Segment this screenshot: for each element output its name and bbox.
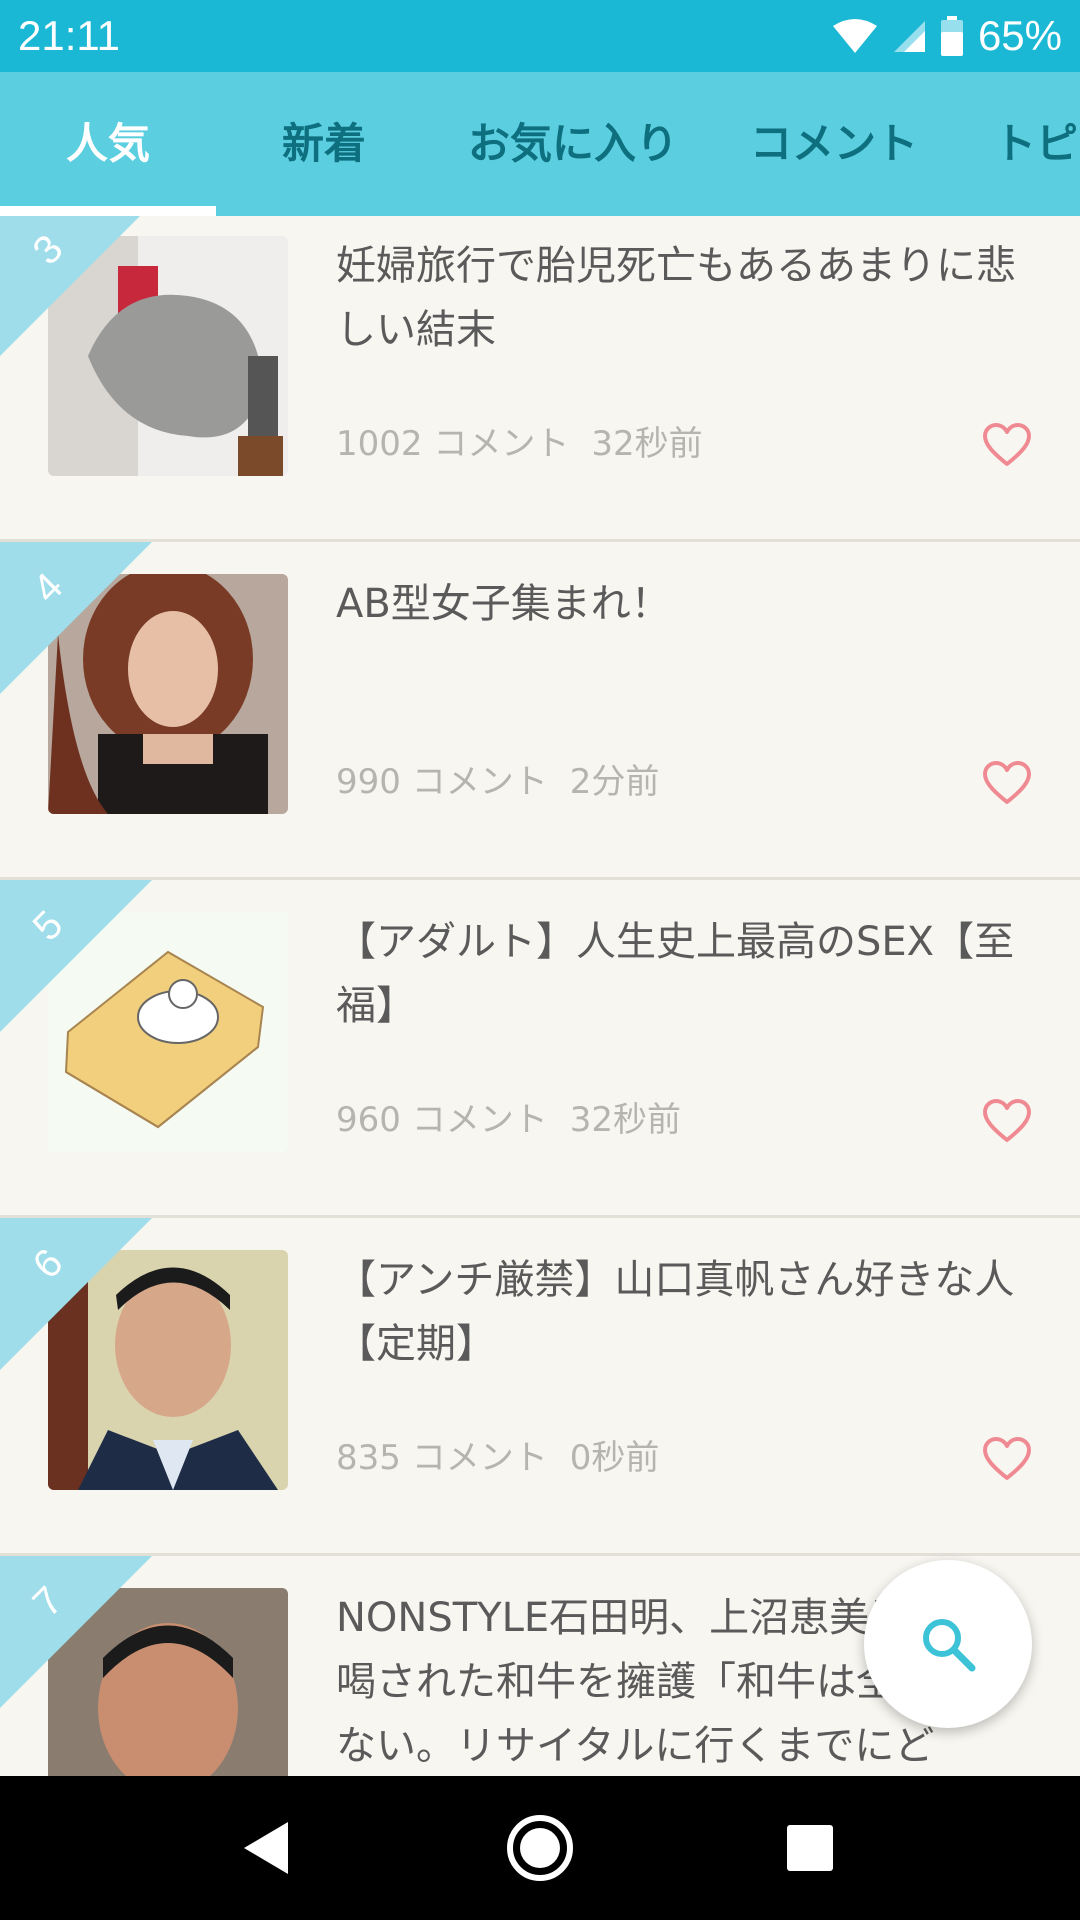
comment-count: 960 コメント: [336, 1100, 548, 1140]
comment-count: 990 コメント: [336, 762, 548, 802]
recents-icon[interactable]: [770, 1808, 850, 1888]
tab-bar: 人気 新着 お気に入り コメント トピ: [0, 72, 1080, 216]
rank-ribbon: [0, 1556, 152, 1708]
back-icon[interactable]: [226, 1808, 306, 1888]
status-time: 21:11: [18, 12, 120, 59]
topic-meta: 1002 コメント 32秒前: [336, 422, 725, 466]
tab-favorites[interactable]: お気に入り: [468, 72, 678, 216]
status-bar: 21:11 65%: [0, 0, 1080, 72]
topic-title: 妊婦旅行で胎児死亡もあるあまりに悲しい結末: [336, 243, 1016, 353]
system-nav-bar: [0, 1776, 1080, 1920]
timestamp: 2分前: [569, 762, 660, 802]
tab-new[interactable]: 新着: [282, 72, 366, 216]
battery-percent: 65%: [977, 12, 1062, 59]
home-icon[interactable]: [500, 1808, 580, 1888]
timestamp: 0秒前: [569, 1438, 660, 1478]
rank-ribbon: [0, 542, 152, 694]
rank-ribbon: [0, 216, 152, 356]
tab-topics[interactable]: トピ: [994, 72, 1078, 216]
list-item[interactable]: 6 【アンチ厳禁】山口真帆さん好きな人【定期】 835 コメント 0秒前: [0, 1218, 1080, 1556]
list-item[interactable]: 5 【アダルト】人生史上最高のSEX【至福】 960 コメント 32秒前: [0, 880, 1080, 1218]
topic-meta: 960 コメント 32秒前: [336, 1098, 703, 1142]
tab-comments[interactable]: コメント: [750, 72, 918, 216]
heart-outline-icon[interactable]: [982, 760, 1032, 806]
rank-ribbon: [0, 1218, 152, 1370]
timestamp: 32秒前: [591, 424, 703, 464]
status-icons: 65%: [832, 10, 1062, 62]
comment-count: 1002 コメント: [336, 424, 570, 464]
tab-popular[interactable]: 人気: [66, 72, 150, 216]
topic-meta: 990 コメント 2分前: [336, 760, 681, 804]
signal-icon: [893, 21, 925, 52]
heart-outline-icon[interactable]: [982, 1098, 1032, 1144]
heart-outline-icon[interactable]: [982, 422, 1032, 468]
topic-meta: 835 コメント 0秒前: [336, 1436, 681, 1480]
timestamp: 32秒前: [569, 1100, 681, 1140]
search-icon: [923, 1619, 976, 1672]
search-button[interactable]: [864, 1560, 1032, 1728]
active-tab-indicator: [0, 206, 216, 216]
rank-ribbon: [0, 880, 152, 1032]
topic-list[interactable]: 3 妊婦旅行で胎児死亡もあるあまりに悲しい結末 1002 コメント 32秒前 4 …: [0, 216, 1080, 1776]
list-item[interactable]: 3 妊婦旅行で胎児死亡もあるあまりに悲しい結末 1002 コメント 32秒前: [0, 216, 1080, 542]
topic-title: 【アンチ厳禁】山口真帆さん好きな人【定期】: [336, 1257, 1015, 1367]
heart-outline-icon[interactable]: [982, 1436, 1032, 1482]
list-item[interactable]: 4 AB型女子集まれ！ 990 コメント 2分前: [0, 542, 1080, 880]
battery-icon: [940, 16, 963, 56]
wifi-icon: [832, 19, 877, 53]
comment-count: 835 コメント: [336, 1438, 548, 1478]
topic-title: 【アダルト】人生史上最高のSEX【至福】: [336, 919, 1015, 1029]
topic-title: AB型女子集まれ！: [336, 581, 671, 627]
